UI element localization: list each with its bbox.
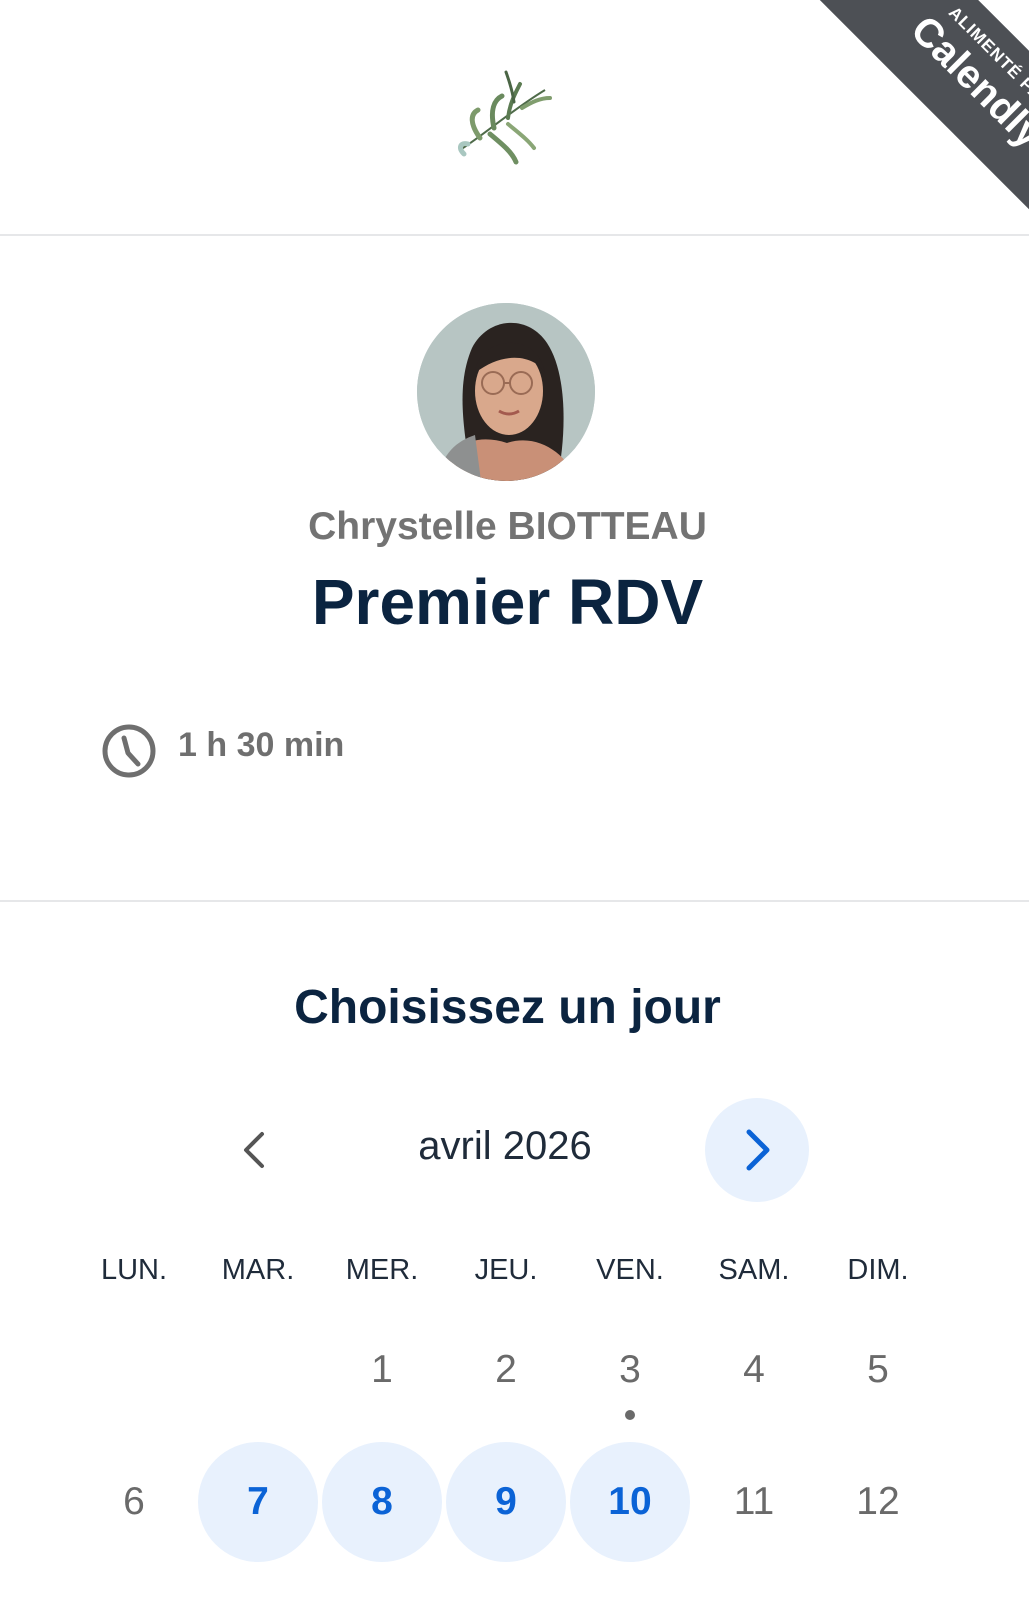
current-month: avril 2026 (418, 1124, 592, 1168)
day-available[interactable]: 8 (322, 1442, 442, 1562)
day-unavailable: 2 (495, 1348, 517, 1391)
chevron-right-icon (746, 1129, 770, 1171)
section-divider (0, 900, 1029, 902)
day-available[interactable]: 7 (198, 1442, 318, 1562)
day-unavailable: 12 (856, 1480, 900, 1523)
organizer-name: Chrystelle BIOTTEAU (308, 505, 707, 548)
today-indicator (625, 1410, 635, 1420)
clock-icon (102, 724, 156, 778)
olive-branch-logo (458, 70, 552, 165)
day-unavailable: 4 (743, 1348, 765, 1391)
day-available[interactable]: 9 (446, 1442, 566, 1562)
header-divider (0, 234, 1029, 236)
event-title: Premier RDV (311, 566, 704, 638)
day-unavailable: 1 (371, 1348, 393, 1391)
powered-by-ribbon[interactable]: ALIMENTÉ PAR Calendly (779, 0, 1029, 250)
previous-month-button[interactable] (228, 1120, 278, 1180)
next-month-button[interactable] (705, 1098, 809, 1202)
event-duration: 1 h 30 min (178, 726, 345, 764)
day-unavailable: 11 (733, 1480, 775, 1523)
weekday-label: JEU. (474, 1254, 538, 1286)
weekday-label: LUN. (100, 1254, 168, 1286)
weekday-label: VEN. (596, 1254, 664, 1286)
weekday-label: SAM. (718, 1254, 790, 1286)
day-unavailable: 6 (123, 1480, 145, 1523)
weekday-label: MER. (345, 1254, 419, 1286)
weekday-label: MAR. (221, 1254, 295, 1286)
calendly-brand: Calendly (902, 7, 1029, 157)
weekday-label: DIM. (847, 1254, 909, 1286)
choose-day-title: Choisissez un jour (294, 981, 721, 1034)
day-unavailable: 5 (867, 1348, 889, 1391)
avatar (417, 303, 595, 481)
day-available[interactable]: 10 (570, 1442, 690, 1562)
